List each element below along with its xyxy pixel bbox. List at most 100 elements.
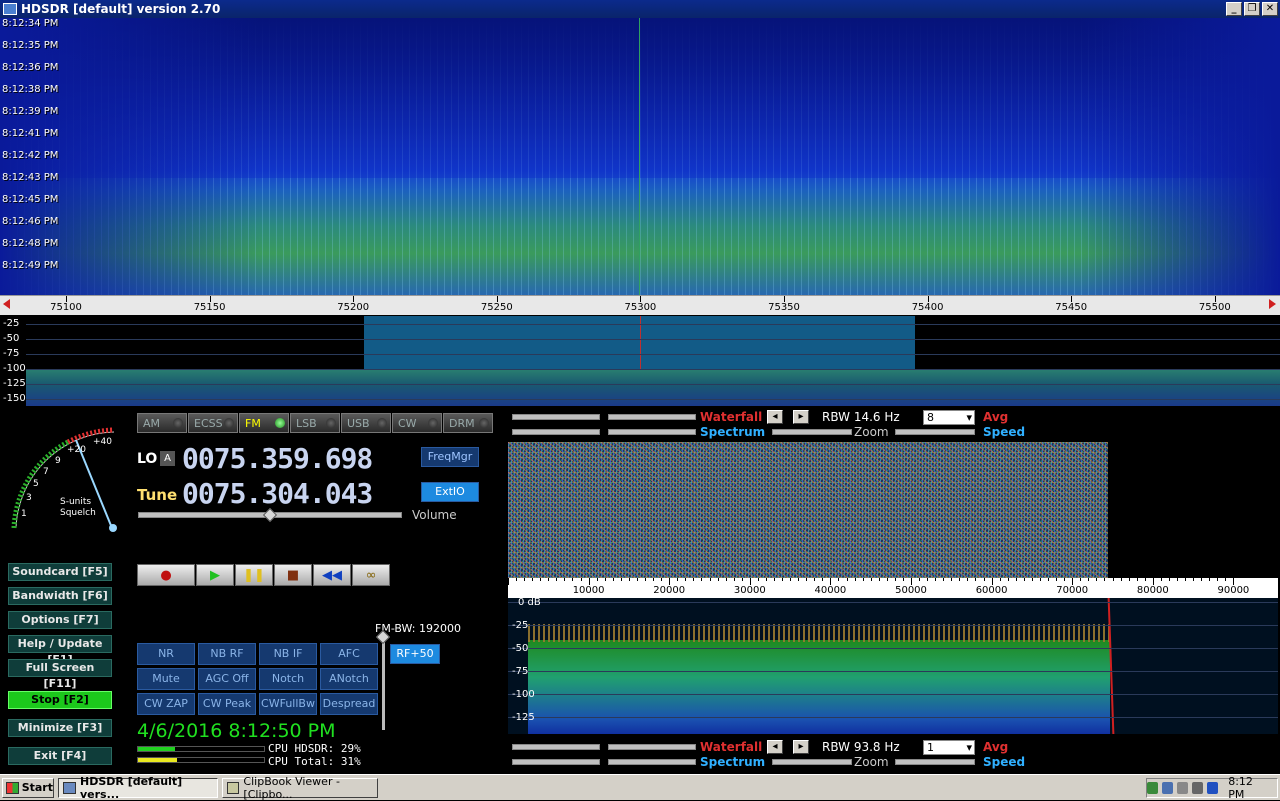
cpu-bar-fill xyxy=(138,747,175,751)
help-update-button[interactable]: Help / Update [F1] xyxy=(8,635,112,666)
taskbar-item-hdsdr[interactable]: HDSDR [default] vers... xyxy=(58,775,218,801)
frequency-ruler[interactable]: 75100 75150 75200 75250 75300 75350 75400 75450… xyxy=(0,295,1280,315)
full-screen-button[interactable]: Full Screen [F11] xyxy=(8,659,112,690)
speed-label: Speed xyxy=(983,755,1026,769)
security-icon[interactable] xyxy=(1192,781,1204,794)
network-icon[interactable] xyxy=(1146,781,1159,794)
despread-button[interactable]: Despread xyxy=(320,693,378,715)
af-ruler-minor-tick xyxy=(612,578,614,581)
agc-off-button[interactable]: AGC Off xyxy=(198,668,256,690)
avg-select[interactable]: 8 ▾ xyxy=(923,410,975,425)
stop-playback-button[interactable]: ■ xyxy=(274,564,312,586)
rewind-icon: ◀◀ xyxy=(322,567,342,583)
main-spectrum[interactable]: -25 -50 -75 -100 -125 -150 xyxy=(0,316,1280,406)
af-ruler-minor-tick xyxy=(999,578,1001,581)
window-title: HDSDR [default] version 2.70 xyxy=(21,2,221,16)
pause-icon: ❚❚ xyxy=(243,567,265,583)
af-spectrum-gridline xyxy=(508,625,1278,626)
scroll-left-arrow-icon[interactable] xyxy=(3,299,10,309)
mode-ecss-button[interactable]: ECSS xyxy=(188,413,238,433)
exit-button[interactable]: Exit [F4] xyxy=(8,747,112,765)
soundcard-button[interactable]: Soundcard [F5] xyxy=(8,563,112,581)
af-spectrum[interactable]: 0 dB -25 -50 -75 -100 -125 xyxy=(508,597,1278,734)
spectrum-db-label: -25 xyxy=(3,318,20,329)
waterfall-slider-b[interactable] xyxy=(608,414,696,420)
stop-button[interactable]: Stop [F2] xyxy=(8,691,112,709)
scroll-right-arrow-icon[interactable] xyxy=(1269,299,1276,309)
minimize-window-button[interactable]: _ xyxy=(1226,2,1242,16)
speed-slider[interactable] xyxy=(895,429,975,435)
nb-if-button[interactable]: NB IF xyxy=(259,643,317,665)
rf-gain-button[interactable]: RF+50 xyxy=(390,644,440,664)
mode-am-button[interactable]: AM xyxy=(137,413,187,433)
cwfullbw-button[interactable]: CWFullBw xyxy=(259,693,317,715)
close-window-button[interactable]: ✕ xyxy=(1262,2,1278,16)
nr-button[interactable]: NR xyxy=(137,643,195,665)
notch-button[interactable]: Notch xyxy=(259,668,317,690)
main-waterfall[interactable]: 8:12:34 PM 8:12:35 PM 8:12:36 PM 8:12:38 PM… xyxy=(0,18,1280,295)
usb-icon[interactable] xyxy=(1207,781,1219,794)
af-ruler-minor-tick xyxy=(1039,578,1041,581)
zoom-label: Zoom xyxy=(854,755,889,769)
zoom-slider[interactable] xyxy=(772,759,852,765)
waterfall-slider-b[interactable] xyxy=(608,744,696,750)
spectrum-slider-a[interactable] xyxy=(512,429,600,435)
restore-window-button[interactable]: ❐ xyxy=(1244,2,1260,16)
spectrum-db-label: -125 xyxy=(3,378,26,389)
af-ruler-minor-tick xyxy=(733,578,735,581)
rbw-label: RBW 93.8 Hz xyxy=(822,740,900,754)
freqmgr-button[interactable]: FreqMgr xyxy=(421,447,479,467)
record-button[interactable]: ● xyxy=(137,564,195,586)
play-button[interactable]: ▶ xyxy=(196,564,234,586)
volume-icon[interactable] xyxy=(1177,781,1189,794)
af-ruler-minor-tick xyxy=(685,578,687,581)
rbw-left-button[interactable]: ◂ xyxy=(767,410,783,424)
rewind-button[interactable]: ◀◀ xyxy=(313,564,351,586)
cw-peak-button[interactable]: CW Peak xyxy=(198,693,256,715)
taskbar-item-clipbook[interactable]: ClipBook Viewer - [Clipbo... xyxy=(222,775,378,801)
rbw-right-button[interactable]: ▸ xyxy=(793,410,809,424)
mode-led-icon xyxy=(428,418,438,428)
nb-rf-button[interactable]: NB RF xyxy=(198,643,256,665)
extio-button[interactable]: ExtIO xyxy=(421,482,479,502)
zoom-slider[interactable] xyxy=(772,429,852,435)
waterfall-slider-a[interactable] xyxy=(512,414,600,420)
mode-cw-button[interactable]: CW xyxy=(392,413,442,433)
bandwidth-button[interactable]: Bandwidth [F6] xyxy=(8,587,112,605)
minimize-button[interactable]: Minimize [F3] xyxy=(8,719,112,737)
lo-badge[interactable]: A xyxy=(160,451,175,466)
avg-select[interactable]: 1 ▾ xyxy=(923,740,975,755)
anotch-button[interactable]: ANotch xyxy=(320,668,378,690)
af-ruler-minor-tick xyxy=(1185,578,1187,581)
start-button[interactable]: Start xyxy=(2,777,54,798)
af-waterfall[interactable] xyxy=(508,442,1278,578)
pause-button[interactable]: ❚❚ xyxy=(235,564,273,586)
af-ruler-minor-tick xyxy=(951,578,953,581)
fm-bw-slider[interactable] xyxy=(382,640,385,730)
rbw-left-button[interactable]: ◂ xyxy=(767,740,783,754)
spectrum-slider-a[interactable] xyxy=(512,759,600,765)
speed-slider[interactable] xyxy=(895,759,975,765)
spectrum-slider-b[interactable] xyxy=(608,759,696,765)
af-ruler-minor-tick xyxy=(1056,578,1058,581)
mode-usb-button[interactable]: USB xyxy=(341,413,391,433)
loop-button[interactable]: ∞ xyxy=(352,564,390,586)
cw-zap-button[interactable]: CW ZAP xyxy=(137,693,195,715)
afc-button[interactable]: AFC xyxy=(320,643,378,665)
options-button[interactable]: Options [F7] xyxy=(8,611,112,629)
mode-label: LSB xyxy=(296,416,317,430)
rbw-right-button[interactable]: ▸ xyxy=(793,740,809,754)
lo-frequency[interactable]: 0075.359.698 xyxy=(182,442,373,475)
tune-frequency[interactable]: 0075.304.043 xyxy=(182,477,373,510)
waterfall-slider-a[interactable] xyxy=(512,744,600,750)
spectrum-slider-b[interactable] xyxy=(608,429,696,435)
mute-button[interactable]: Mute xyxy=(137,668,195,690)
spectrum-db-label: -50 xyxy=(3,333,20,344)
af-ruler-tick xyxy=(588,578,590,585)
mode-fm-button[interactable]: FM xyxy=(239,413,289,433)
mode-drm-button[interactable]: DRM xyxy=(443,413,493,433)
mode-lsb-button[interactable]: LSB xyxy=(290,413,340,433)
display-icon[interactable] xyxy=(1162,781,1174,794)
waterfall-timestamps: 8:12:34 PM 8:12:35 PM 8:12:36 PM 8:12:38 PM… xyxy=(0,18,70,295)
af-ruler-minor-tick xyxy=(935,578,937,581)
